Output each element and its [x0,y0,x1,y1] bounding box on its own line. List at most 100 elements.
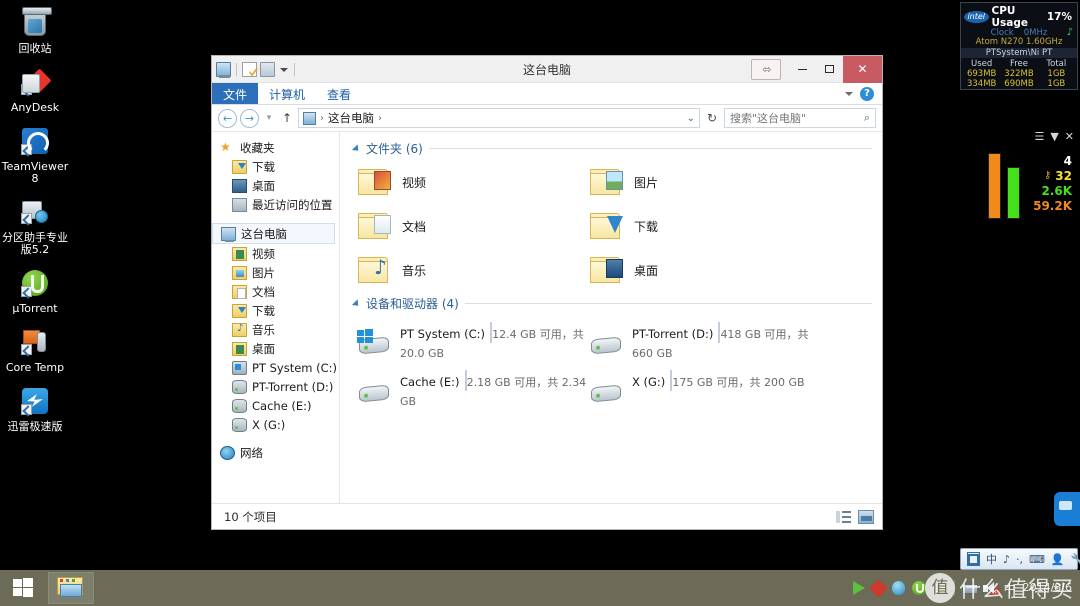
drive-tile-g[interactable]: X (G:) 175 GB 可用，共 200 GB [590,370,822,409]
content-pane: 文件夹 (6) 视频 图片 文档 下载 ♪ 音乐 桌面 设备和驱动器 (4) P… [340,132,882,503]
sidebar-item-recent-places[interactable]: 最近访问的位置 [212,195,339,214]
help-icon[interactable]: ? [860,86,874,101]
page-total-value: 1GB [1047,79,1066,89]
details-view-button[interactable] [836,510,852,524]
history-dropdown-icon[interactable]: ▾ [262,113,276,123]
close-button[interactable]: ✕ [843,55,882,83]
sidebar-item-music[interactable]: 音乐 [212,320,339,339]
search-input[interactable]: 搜索"这台电脑" ⌕ [724,108,876,128]
desktop-icon-core-temp[interactable]: Core Temp [0,319,70,378]
chevron-down-icon[interactable] [845,91,853,96]
sidebar-item-drive-c[interactable]: PT System (C:) [212,358,339,377]
window-titlebar[interactable]: 这台电脑 ⬄ ✕ [212,55,882,83]
desktop-icon-recycle-bin[interactable]: 回收站 [0,0,70,59]
collapse-triangle-icon[interactable] [351,143,362,154]
punctuation-icon[interactable]: ·, [1016,553,1023,566]
tools-icon[interactable]: 🔧 [1071,553,1080,566]
close-icon[interactable]: ✕ [1065,130,1074,143]
network-tray-icon[interactable] [961,582,978,594]
network-meter-gadget[interactable]: ☰ ▼ ✕ 4 ⚷ 32 2.6K 59.2K [978,128,1078,226]
sidebar-item-this-pc[interactable]: 这台电脑 [212,223,335,244]
properties-icon[interactable] [242,61,257,77]
forward-button[interactable]: → [240,108,259,128]
tab-computer[interactable]: 计算机 [258,83,316,104]
folder-tile-videos[interactable]: 视频 [358,167,590,197]
collapse-icon[interactable]: ▼ [1050,130,1058,143]
tab-view[interactable]: 查看 [316,83,362,104]
large-icons-view-button[interactable] [858,509,874,524]
system-drive-icon [232,360,247,375]
sidebar-item-downloads[interactable]: 下载 [212,157,339,176]
sidebar-item-desktop[interactable]: 桌面 [212,176,339,195]
minimize-icon [798,68,807,70]
folder-tile-desktop[interactable]: 桌面 [590,255,822,285]
minimize-button[interactable] [789,56,816,83]
restore-down-button[interactable]: ⬄ [751,58,781,80]
breadcrumb[interactable]: › 这台电脑 › ⌄ [298,108,700,128]
customize-caret-icon[interactable] [278,64,289,75]
refresh-button[interactable]: ↻ [703,111,721,125]
sidebar-item-drive-e[interactable]: Cache (E:) [212,396,339,415]
drive-name: PT System (C:) [400,327,486,341]
sidebar-item-pictures[interactable]: 图片 [212,263,339,282]
maximize-button[interactable] [816,56,843,83]
sidebar-item-drive-g[interactable]: X (G:) [212,415,339,434]
back-button[interactable]: ← [218,108,237,128]
tab-file[interactable]: 文件 [212,83,259,104]
ime-indicator[interactable]: 中 [1004,580,1016,597]
sidebar-item-desktop-folder[interactable]: 桌面 [212,339,339,358]
sidebar-item-videos[interactable]: 视频 [212,244,339,263]
red-diamond-icon[interactable] [868,578,888,598]
desktop-icon-utorrent[interactable]: µTorrent [0,260,70,319]
user-icon[interactable]: 👤 [1051,553,1065,566]
sidebar-item-favorites[interactable]: ★ 收藏夹 [212,138,339,157]
clock-date[interactable]: 2014/8/6 [1023,582,1072,594]
chat-bubble-widget[interactable] [1054,492,1080,526]
ime-mode-chinese[interactable]: 中 [986,551,997,567]
group-header-drives[interactable]: 设备和驱动器 (4) [351,295,872,312]
download-bar [1007,167,1020,219]
computer-icon[interactable] [216,61,231,78]
start-button[interactable] [0,570,46,606]
desktop-icon-partition-assistant[interactable]: 分区助手专业版5.2 [0,189,70,260]
folder-tile-music[interactable]: 音乐 [358,255,590,285]
sidebar-item-label: 桌面 [252,341,275,356]
folder-tile-pictures[interactable]: 图片 [590,167,822,197]
menu-icon[interactable]: ☰ [1034,130,1044,143]
qq-icon[interactable] [891,581,905,595]
ime-logo-icon[interactable] [967,552,980,566]
tray-divider [953,580,955,596]
breadcrumb-dropdown-icon[interactable]: ⌄ [687,113,695,124]
keyboard-icon[interactable]: ⌨ [1029,553,1045,566]
collapse-triangle-icon[interactable] [351,298,362,309]
desktop-icon-thunder[interactable]: 迅雷极速版 [0,378,70,437]
window-controls: ⬄ ✕ [751,55,882,83]
cpu-usage-gadget[interactable]: intel CPU Usage 17% Clock 0MHz ♪ Atom N2… [960,2,1078,90]
utorrent-tray-icon[interactable] [911,581,926,595]
breadcrumb-item-this-pc[interactable]: 这台电脑 [328,110,374,126]
sidebar-item-network[interactable]: 网络 [212,443,339,462]
taskbar-item-explorer[interactable] [48,572,94,604]
music-note-icon[interactable]: ♪ [1003,553,1010,566]
desktop-icon-anydesk[interactable]: AnyDesk [0,59,70,118]
up-button[interactable]: ↑ [279,111,295,125]
sidebar-item-documents[interactable]: 文档 [212,282,339,301]
folder-tile-label: 文档 [402,219,427,234]
taskbar: 18 ✕ 中 2014/8/6 [0,570,1080,606]
folder-tile-documents[interactable]: 文档 [358,211,590,241]
music-note-icon: ♪ [1066,27,1073,38]
breadcrumb-separator: › [320,112,324,124]
ime-language-bar[interactable]: 中 ♪ ·, ⌨ 👤 🔧 [960,548,1080,570]
group-header-folders[interactable]: 文件夹 (6) [351,140,872,157]
folder-tile-downloads[interactable]: 下载 [590,211,822,241]
sidebar-item-drive-d[interactable]: PT-Torrent (D:) [212,377,339,396]
sidebar-item-downloads-2[interactable]: 下载 [212,301,339,320]
drive-tile-c[interactable]: PT System (C:) 12.4 GB 可用，共 20.0 GB [357,322,590,361]
drive-tile-e[interactable]: Cache (E:) 2.18 GB 可用，共 2.34 GB [358,370,590,409]
search-icon[interactable]: ⌕ [864,111,870,125]
drive-tile-d[interactable]: PT-Torrent (D:) 418 GB 可用，共 660 GB [590,322,822,361]
volume-muted-icon[interactable]: ✕ [982,581,999,596]
new-folder-icon[interactable] [260,61,275,77]
desktop-icon-teamviewer[interactable]: TeamViewer 8 [0,118,70,189]
media-player-icon[interactable] [852,581,865,595]
